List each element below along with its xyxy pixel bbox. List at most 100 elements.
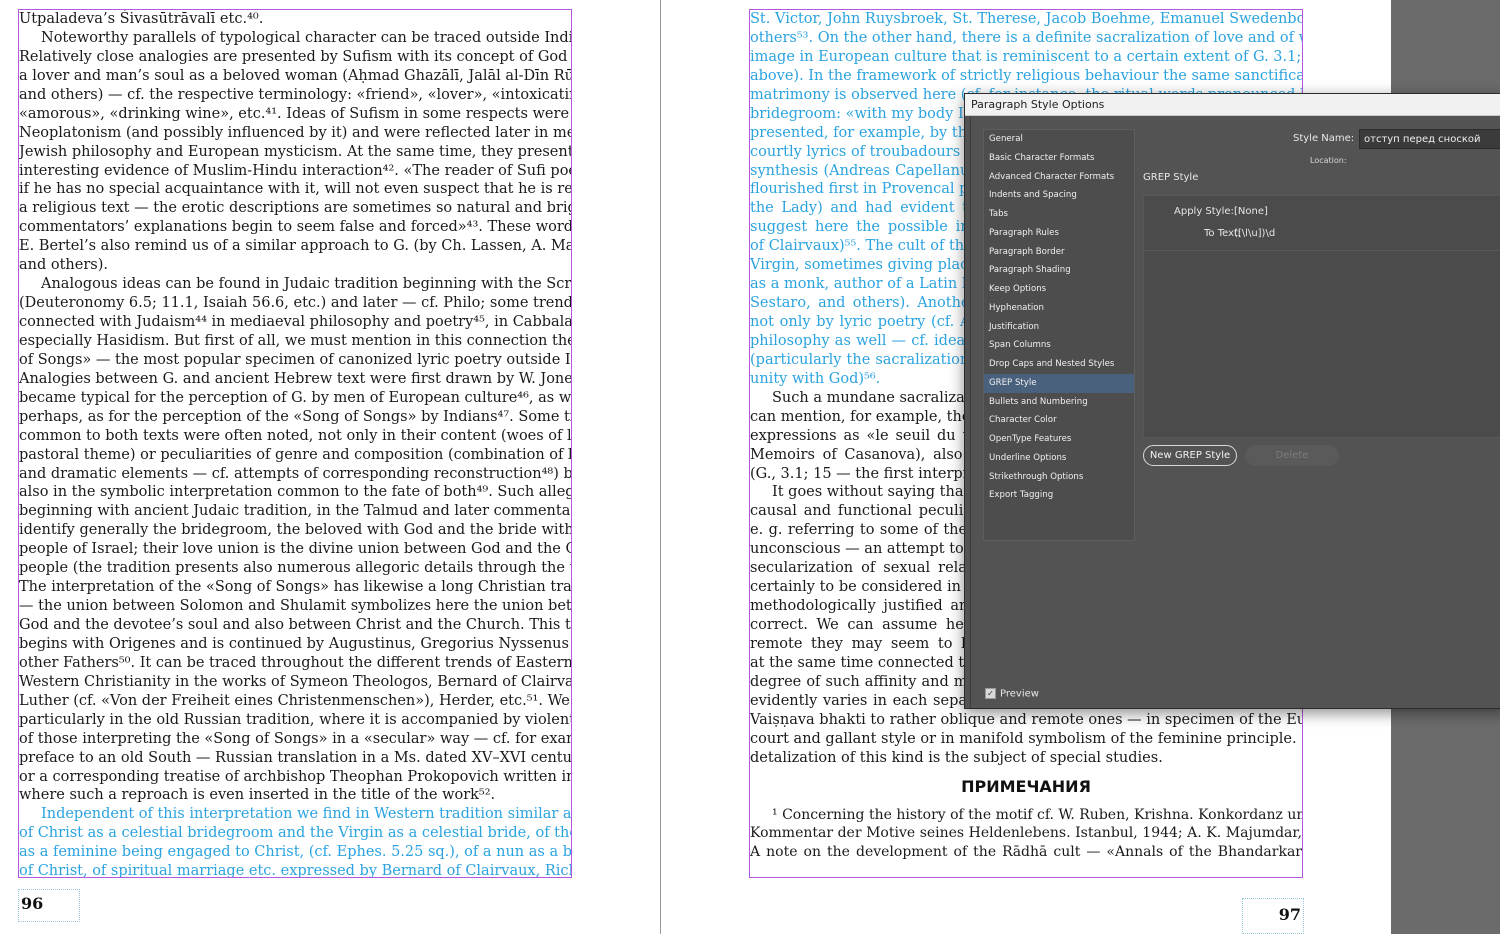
left-text-line: of Songs» — the most popular specimen of… (19, 351, 571, 368)
category-item[interactable]: Paragraph Shading (984, 261, 1134, 280)
right-text-line: detalization of this kind is the subject… (750, 749, 1163, 766)
left-text-line: of those interpreting the «Song of Songs… (19, 730, 571, 747)
category-item[interactable]: GREP Style (984, 373, 1134, 393)
left-text-line: E. Bertel’s also remind us of a similar … (19, 238, 571, 255)
right-text-line: Vaiṣṇava bhakti to rather oblique and re… (750, 711, 1302, 728)
category-item[interactable]: Underline Options (984, 449, 1134, 468)
category-item[interactable]: Hyphenation (984, 299, 1134, 318)
left-text-line: «amorous», «drinking wine», etc.⁴¹. Idea… (19, 105, 571, 122)
right-text-line: St. Victor, John Ruysbroek, St. Therese,… (750, 11, 1302, 27)
preview-option[interactable]: ✓ Preview (985, 688, 1039, 700)
left-text-line: of Christ as a celestial bridegroom and … (19, 825, 571, 842)
grep-style-list[interactable]: Apply Style: [None] To Text: ([\l\u])\d (1143, 195, 1500, 438)
left-text-line: where such a reproach is even inserted i… (19, 787, 496, 804)
left-text-lines: Utpaladeva’s Śivasūtrāvalī etc.⁴⁰. Notewo… (19, 10, 571, 878)
right-text-line: image in European culture that is remini… (750, 48, 1302, 65)
new-grep-style-button[interactable]: New GREP Style (1143, 445, 1237, 466)
left-page-number: 96 (18, 889, 80, 922)
category-item[interactable]: Tabs (984, 205, 1134, 224)
left-text-line: — the union between Solomon and Shulamit… (19, 598, 571, 615)
left-text-line: Noteworthy parallels of typological char… (41, 29, 571, 46)
category-item[interactable]: Strikethrough Options (984, 468, 1134, 487)
left-text-line: Independent of this interpretation we fi… (41, 806, 571, 823)
right-text-line: others⁵³. On the other hand, there is a … (750, 29, 1302, 46)
left-text-line: interesting evidence of Muslim-Hindu int… (19, 162, 571, 179)
left-text-line: God and the devotee’s soul and also betw… (19, 617, 571, 633)
left-text-line: begins with Origenes and is continued by… (19, 635, 571, 652)
left-text-line: (Deuteronomy 6.5; 11.1, Isaiah 56.6, etc… (19, 295, 571, 312)
category-item[interactable]: OpenType Features (984, 430, 1134, 449)
left-text-line: and others). (19, 257, 108, 274)
left-text-line: especially Hasidism. But first of all, w… (19, 332, 571, 349)
left-text-line: a lover and man’s soul as a beloved woma… (19, 67, 571, 84)
right-text-line: Kommentar der Motive seines Heldenlebens… (750, 825, 1302, 842)
left-text-line: Analogous ideas can be found in Judaic t… (41, 276, 571, 293)
category-item[interactable]: Basic Character Formats (984, 149, 1134, 168)
grep-divider (1144, 250, 1500, 251)
category-item[interactable]: Justification (984, 318, 1134, 337)
category-item[interactable]: Paragraph Rules (984, 224, 1134, 243)
category-item[interactable]: Export Tagging (984, 486, 1134, 505)
left-text-line: beginning with ancient Judaic tradition,… (19, 503, 571, 520)
left-text-line: of Christ, of spiritual marriage etc. ex… (19, 863, 571, 878)
right-text-line: above). In the framework of strictly rel… (750, 67, 1302, 84)
left-text-frame[interactable]: Utpaladeva’s Śivasūtrāvalī etc.⁴⁰. Notewo… (18, 9, 572, 878)
category-item[interactable]: Drop Caps and Nested Styles (984, 355, 1134, 374)
left-text-line: Utpaladeva’s Śivasūtrāvalī etc.⁴⁰. (19, 11, 264, 27)
category-item[interactable]: Paragraph Border (984, 243, 1134, 262)
left-text-line: particularly in the old Russian traditio… (19, 711, 571, 728)
left-text-line: and dramatic elements — cf. attempts of … (19, 465, 571, 482)
left-text-line: identify generally the bridegroom, the b… (19, 522, 571, 539)
left-text-line: perhaps, as for the perception of the «S… (19, 408, 571, 425)
left-text-line: a religious text — the erotic descriptio… (19, 200, 571, 217)
left-text-line: pastoral theme) or peculiarities of genr… (19, 446, 571, 463)
apply-style-label: Apply Style: (1174, 206, 1234, 217)
left-text-line: connected with Judaism⁴⁴ in mediaeval ph… (19, 314, 571, 330)
apply-style-value[interactable]: [None] (1234, 206, 1268, 217)
right-text-line: ¹ Concerning the history of the motif cf… (772, 806, 1302, 823)
category-item[interactable]: Keep Options (984, 280, 1134, 299)
preview-checkbox[interactable]: ✓ (985, 688, 996, 699)
left-text-line: also in the symbolic interpretation comm… (19, 484, 571, 501)
left-text-line: Jewish philosophy and European mysticism… (19, 143, 571, 160)
style-name-label: Style Name: (1293, 133, 1355, 144)
location-label: Location: (1310, 156, 1347, 165)
left-text-line: Neoplatonism (and possibly influenced by… (19, 124, 571, 141)
to-text-value[interactable]: ([\l\u])\d (1234, 228, 1275, 239)
delete-button[interactable]: Delete (1245, 445, 1339, 466)
preview-label: Preview (1000, 688, 1039, 700)
left-text-line: other Fathers⁵⁰. It can be traced throug… (19, 654, 571, 671)
left-text-line: if he has no special acquaintance with i… (19, 181, 571, 198)
category-item[interactable]: Character Color (984, 411, 1134, 430)
left-text-line: as a feminine being engaged to Christ, (… (19, 844, 571, 861)
category-item[interactable]: Advanced Character Formats (984, 168, 1134, 187)
category-item[interactable]: General (984, 130, 1134, 149)
dialog-title[interactable]: Paragraph Style Options (965, 94, 1500, 116)
left-text-line: Analogies between G. and ancient Hebrew … (19, 370, 571, 387)
paragraph-style-options-dialog: Paragraph Style Options General Basic Cha… (964, 93, 1500, 709)
section-heading: GREP Style (1143, 172, 1199, 183)
left-text-line: and others) — cf. the respective termino… (19, 86, 571, 103)
left-text-line: commentators’ explanations begin to seem… (19, 219, 571, 236)
left-text-line: Western Christianity in the works of Sym… (19, 673, 571, 690)
category-item[interactable]: Indents and Spacing (984, 186, 1134, 205)
right-text-line: A note on the development of the Rādhā c… (750, 844, 1302, 861)
left-text-line: people of Israel; their love union is th… (19, 541, 571, 558)
right-text-line: ПРИМЕЧАНИЯ (961, 776, 1091, 796)
left-text-line: people (the tradition presents also nume… (19, 560, 571, 577)
style-name-input[interactable]: отступ перед сноской (1359, 129, 1500, 149)
right-page-number: 97 (1242, 898, 1304, 934)
right-text-line: court and gallant style or in manifold s… (750, 730, 1302, 747)
category-item[interactable]: Bullets and Numbering (984, 393, 1134, 412)
left-text-line: preface to an old South — Russian transl… (19, 749, 571, 766)
left-text-line: The interpretation of the «Song of Songs… (19, 579, 571, 596)
left-text-line: Luther (cf. «Von der Freiheit eines Chri… (19, 692, 571, 709)
left-text-line: common to both texts were often noted, n… (19, 427, 571, 444)
left-text-line: Relatively close analogies are presented… (19, 48, 571, 65)
category-list[interactable]: General Basic Character Formats Advanced C… (983, 129, 1135, 541)
dialog-body: General Basic Character Formats Advanced C… (970, 117, 1500, 708)
left-text-line: or a corresponding treatise of archbisho… (19, 768, 571, 785)
left-text-line: became typical for the perception of G. … (19, 389, 571, 406)
category-item[interactable]: Span Columns (984, 336, 1134, 355)
left-page: Utpaladeva’s Śivasūtrāvalī etc.⁴⁰. Notewo… (0, 0, 660, 934)
